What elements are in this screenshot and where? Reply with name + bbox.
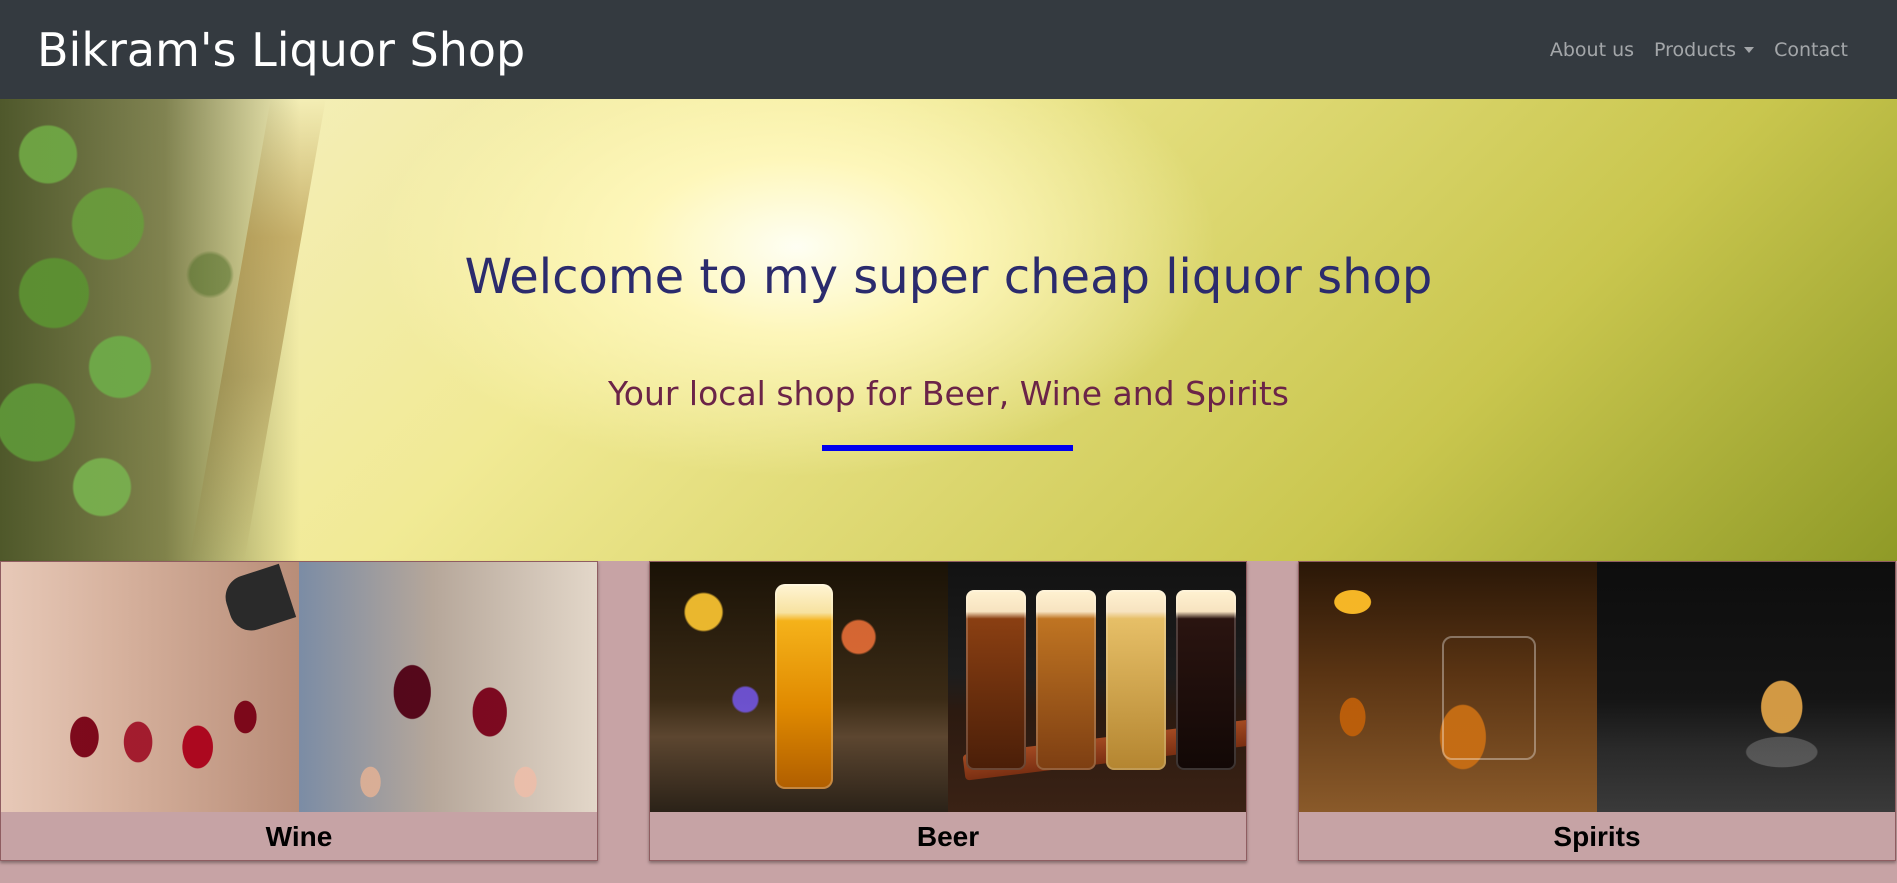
beer-image-2: [948, 562, 1246, 812]
brand-link[interactable]: Bikram's Liquor Shop: [37, 23, 525, 77]
wine-image-1: [1, 562, 299, 812]
hero-divider-line: [822, 445, 1073, 451]
category-cards: Wine Beer Spirits: [0, 561, 1897, 883]
chevron-down-icon: [1744, 46, 1755, 53]
beer-glass-dark: [1176, 590, 1236, 770]
spirits-card-images: [1299, 562, 1895, 812]
beer-flight-shapes: [966, 590, 1236, 770]
beer-card[interactable]: Beer: [649, 561, 1247, 861]
nav-links: About us Products Contact: [1550, 39, 1860, 61]
beer-card-label: Beer: [916, 821, 980, 852]
spirits-card-label: Spirits: [1553, 821, 1641, 852]
wine-bottle-shape: [219, 563, 297, 637]
beer-glass-shape: [775, 584, 834, 789]
beer-glass-amber: [1036, 590, 1096, 770]
nav-link-products[interactable]: Products: [1654, 38, 1755, 61]
nav-link-contact[interactable]: Contact: [1774, 39, 1848, 61]
nav-link-about[interactable]: About us: [1550, 39, 1634, 61]
beer-glass-gold: [1106, 590, 1166, 770]
beer-glass-brown: [966, 590, 1026, 770]
wine-card-label: Wine: [265, 821, 333, 852]
beer-image-1: [650, 562, 948, 812]
hero-subtitle: Your local shop for Beer, Wine and Spiri…: [608, 374, 1289, 413]
nav-link-products-label: Products: [1654, 38, 1737, 61]
wine-card[interactable]: Wine: [0, 561, 598, 861]
spirits-image-1: [1299, 562, 1597, 812]
wine-card-images: [1, 562, 597, 812]
hero-banner: Welcome to my super cheap liquor shop Yo…: [0, 99, 1897, 561]
hero-title: Welcome to my super cheap liquor shop: [464, 249, 1433, 305]
beer-card-images: [650, 562, 1246, 812]
spirits-glass-shape: [1442, 636, 1537, 760]
top-navbar: Bikram's Liquor Shop About us Products C…: [0, 0, 1897, 99]
spirits-card[interactable]: Spirits: [1298, 561, 1896, 861]
spirits-image-2: [1597, 562, 1895, 812]
wine-image-2: [299, 562, 597, 812]
